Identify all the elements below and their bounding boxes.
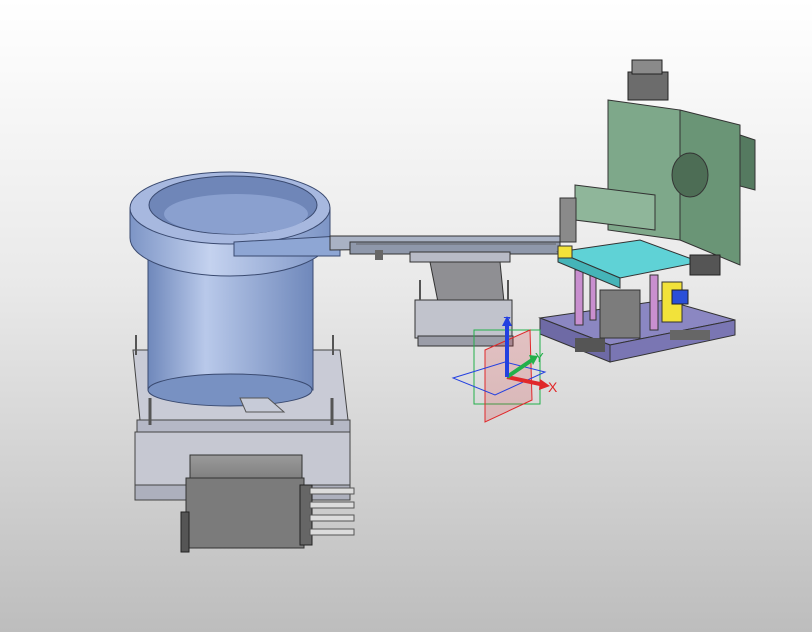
cad-3d-viewport[interactable]: X Y Z [0,0,812,632]
cad-model-scene[interactable]: X Y Z [0,0,812,632]
z-axis-label: Z [503,314,511,329]
x-axis-label: X [548,379,558,395]
track-support[interactable] [409,251,514,347]
y-axis-label: Y [535,350,544,365]
assembly-station[interactable] [538,59,756,363]
vibratory-bowl[interactable] [129,171,331,413]
linear-feeder-track[interactable] [233,235,561,260]
